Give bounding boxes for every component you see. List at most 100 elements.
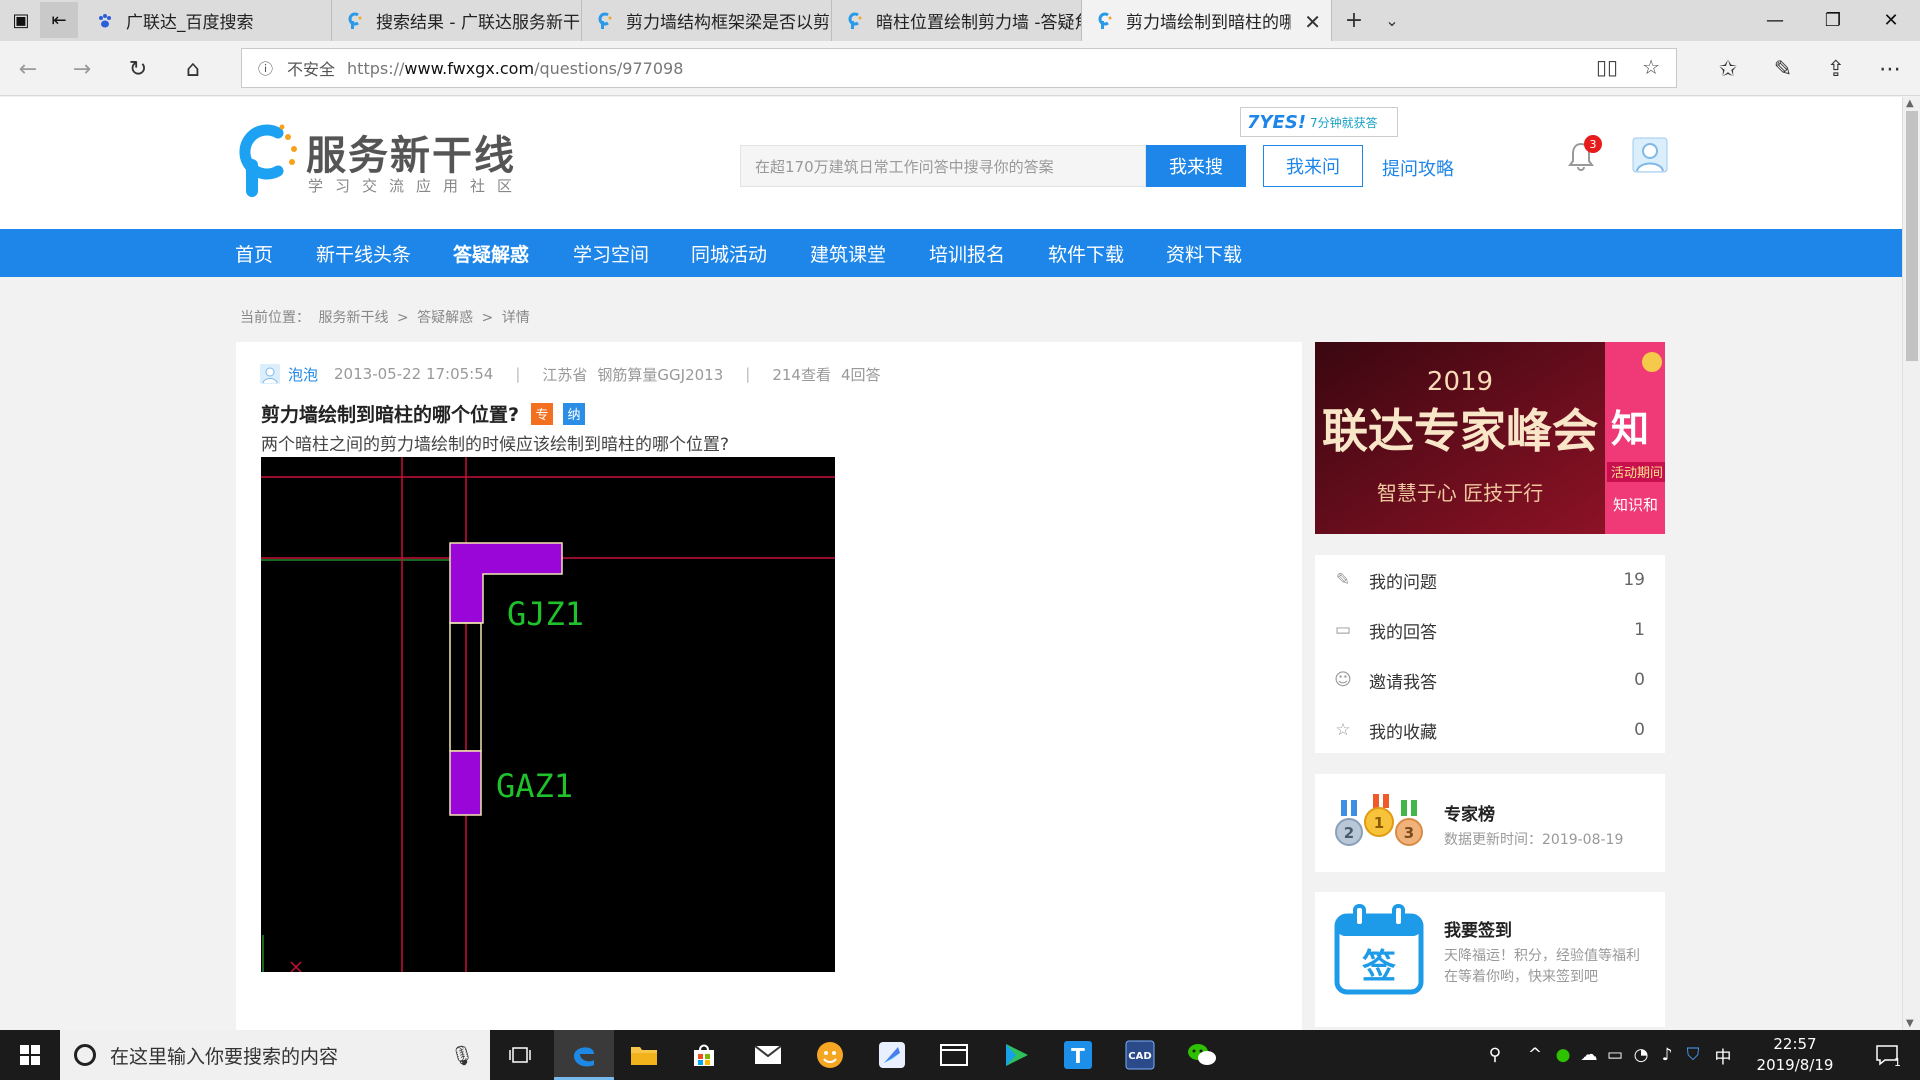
medal-silver-rank: 2	[1344, 824, 1354, 842]
page-scrollbar[interactable]: ▲ ▼	[1902, 97, 1920, 1030]
user-avatar[interactable]	[1632, 137, 1668, 173]
tray-cloud-icon[interactable]: ☁	[1576, 1030, 1602, 1080]
breadcrumb-item-detail: 详情	[501, 310, 530, 326]
fwxgx-logo-icon	[1096, 12, 1114, 30]
ad-side-promo: 活动期间	[1611, 466, 1663, 481]
wechat-icon[interactable]	[1172, 1030, 1232, 1080]
tray-wechat-icon[interactable]: ●	[1550, 1030, 1576, 1080]
question-software[interactable]: 钢筋算量GGJ2013	[597, 364, 723, 385]
minimize-icon[interactable]: —	[1746, 0, 1804, 41]
promo-badge[interactable]: 7YES! 7分钟就获答	[1240, 107, 1398, 137]
app-orange-icon[interactable]	[800, 1030, 860, 1080]
nav-item-resources[interactable]: 资料下载	[1166, 229, 1242, 277]
browser-tab-3[interactable]: 暗柱位置绘制剪力墙 -答疑角	[832, 0, 1082, 41]
close-window-icon[interactable]: ✕	[1862, 0, 1920, 41]
cad-drawing: GJZ1 GAZ1	[261, 457, 835, 972]
pen-notes-icon[interactable]: ✎	[1765, 53, 1801, 85]
logo-title: 服务新干线	[306, 133, 516, 179]
accepted-tag: 纳	[563, 402, 586, 425]
medal-bronze-rank: 3	[1404, 824, 1414, 842]
nav-item-software[interactable]: 软件下载	[1048, 229, 1124, 277]
close-tab-icon[interactable]: ✕	[1304, 10, 1321, 34]
fwxgx-logo-icon	[846, 12, 864, 30]
ask-tips-link[interactable]: 提问攻略	[1382, 155, 1454, 181]
browser-tab-0[interactable]: 广联达_百度搜索	[82, 0, 332, 41]
action-center-icon[interactable]: 1	[1862, 1030, 1912, 1080]
nav-item-qa[interactable]: 答疑解惑	[453, 229, 529, 277]
tabs-aside-icon[interactable]: ⇤	[40, 2, 78, 38]
ask-question-button[interactable]: 我来问	[1263, 145, 1363, 187]
scroll-down-icon[interactable]: ▼	[1906, 1018, 1914, 1029]
home-icon[interactable]: ⌂	[175, 53, 211, 85]
reading-view-icon[interactable]: ▯▯	[1596, 55, 1618, 79]
window-app-icon[interactable]	[924, 1030, 984, 1080]
restore-icon[interactable]: ❐	[1804, 0, 1862, 41]
edge-browser-icon[interactable]	[554, 1030, 614, 1080]
refresh-icon[interactable]: ↻	[120, 53, 156, 85]
address-bar[interactable]: ⓘ 不安全 https://www.fwxgx.com/questions/97…	[241, 48, 1677, 88]
site-logo[interactable]: 服务新干线 学习交流应用社区	[234, 119, 534, 205]
question-cad-image[interactable]: GJZ1 GAZ1	[261, 457, 835, 972]
nav-item-home[interactable]: 首页	[235, 229, 273, 277]
author-avatar[interactable]	[260, 364, 280, 384]
video-player-icon[interactable]	[986, 1030, 1046, 1080]
task-view-icon[interactable]	[490, 1030, 550, 1080]
microphone-icon[interactable]: 🎙	[450, 1044, 474, 1067]
ime-indicator[interactable]: 中	[1708, 1030, 1738, 1080]
breadcrumb-label: 当前位置：	[240, 310, 310, 326]
nav-item-training[interactable]: 培训报名	[929, 229, 1005, 277]
tray-chevron-up-icon[interactable]: ^	[1522, 1030, 1548, 1080]
app-t-icon[interactable]: T	[1048, 1030, 1108, 1080]
wifi-icon[interactable]: ◔	[1628, 1030, 1654, 1080]
file-explorer-icon[interactable]	[614, 1030, 674, 1080]
volume-icon[interactable]: ♪	[1654, 1030, 1680, 1080]
security-shield-icon[interactable]: ⛉	[1680, 1030, 1706, 1080]
breadcrumb-item-home[interactable]: 服务新干线	[318, 310, 388, 326]
signin-title: 我要签到	[1444, 921, 1512, 941]
tab-actions-icon[interactable]: ▣	[2, 2, 40, 38]
browser-tab-1[interactable]: 搜索结果 - 广联达服务新干	[332, 0, 582, 41]
forward-arrow-icon[interactable]: →	[64, 53, 100, 85]
new-tab-icon[interactable]: +	[1336, 6, 1372, 34]
nav-item-learning[interactable]: 学习空间	[573, 229, 649, 277]
site-search-input[interactable]: 在超170万建筑日常工作问答中搜寻你的答案	[740, 145, 1146, 187]
svg-text:CAD: CAD	[1128, 1051, 1151, 1062]
nav-item-local-events[interactable]: 同城活动	[691, 229, 767, 277]
nav-item-classroom[interactable]: 建筑课堂	[810, 229, 886, 277]
browser-tab-2[interactable]: 剪力墙结构框架梁是否以剪	[582, 0, 832, 41]
more-menu-icon[interactable]: ⋯	[1872, 53, 1908, 85]
stat-my-questions[interactable]: ✎ 我的问题 19	[1315, 555, 1665, 605]
app-feather-icon[interactable]	[862, 1030, 922, 1080]
people-icon[interactable]: ⚲	[1480, 1030, 1510, 1080]
notification-bell-icon[interactable]: 3	[1568, 135, 1602, 175]
mail-icon[interactable]	[738, 1030, 798, 1080]
breadcrumb-item-qa[interactable]: 答疑解惑	[417, 310, 473, 326]
back-arrow-icon[interactable]: ←	[10, 53, 46, 85]
author-name[interactable]: 泡泡	[288, 364, 318, 385]
search-button[interactable]: 我来搜	[1146, 145, 1246, 187]
summit-ad-banner[interactable]: 2019 联达专家峰会 智慧于心 匠技于行 知 活动期间 知识和	[1315, 342, 1665, 534]
ad-slogan: 智慧于心 匠技于行	[1377, 481, 1543, 505]
battery-icon[interactable]: ▭	[1602, 1030, 1628, 1080]
microsoft-store-icon[interactable]	[674, 1030, 734, 1080]
cad-app-icon[interactable]: CAD	[1110, 1030, 1170, 1080]
question-region: 江苏省	[542, 365, 588, 384]
info-circle-icon[interactable]: ⓘ	[258, 58, 273, 79]
stat-my-answers[interactable]: ▭ 我的回答 1	[1315, 605, 1665, 655]
stat-favorites[interactable]: ☆ 我的收藏 0	[1315, 705, 1665, 755]
expert-ranking-card[interactable]: 2 1 3 专家榜 数据更新时间：2019-08-19	[1315, 774, 1665, 872]
taskbar-clock[interactable]: 22:57 2019/8/19	[1750, 1034, 1840, 1076]
nav-item-headlines[interactable]: 新干线头条	[316, 229, 411, 277]
stat-invited[interactable]: ☺ 邀请我答 0	[1315, 655, 1665, 705]
share-icon[interactable]: ⇪	[1818, 53, 1854, 85]
taskbar-search-box[interactable]: 在这里输入你要搜索的内容 🎙	[60, 1030, 490, 1080]
scrollbar-thumb[interactable]	[1906, 111, 1918, 361]
daily-signin-card[interactable]: 签 我要签到 天降福运！积分，经验值等福利在等着你哟，快来签到吧	[1315, 892, 1665, 1027]
favorite-star-icon[interactable]: ☆	[1642, 55, 1660, 79]
browser-tab-4-active[interactable]: 剪力墙绘制到暗柱的哪个 ✕	[1082, 0, 1332, 41]
favorites-hub-icon[interactable]: ✩	[1710, 53, 1746, 85]
scroll-up-icon[interactable]: ▲	[1906, 98, 1914, 109]
windows-start-icon[interactable]	[0, 1030, 60, 1080]
tab-list-chevron-icon[interactable]: ⌄	[1374, 6, 1410, 34]
question-title-row: 剪力墙绘制到暗柱的哪个位置? 专 纳	[261, 400, 586, 427]
